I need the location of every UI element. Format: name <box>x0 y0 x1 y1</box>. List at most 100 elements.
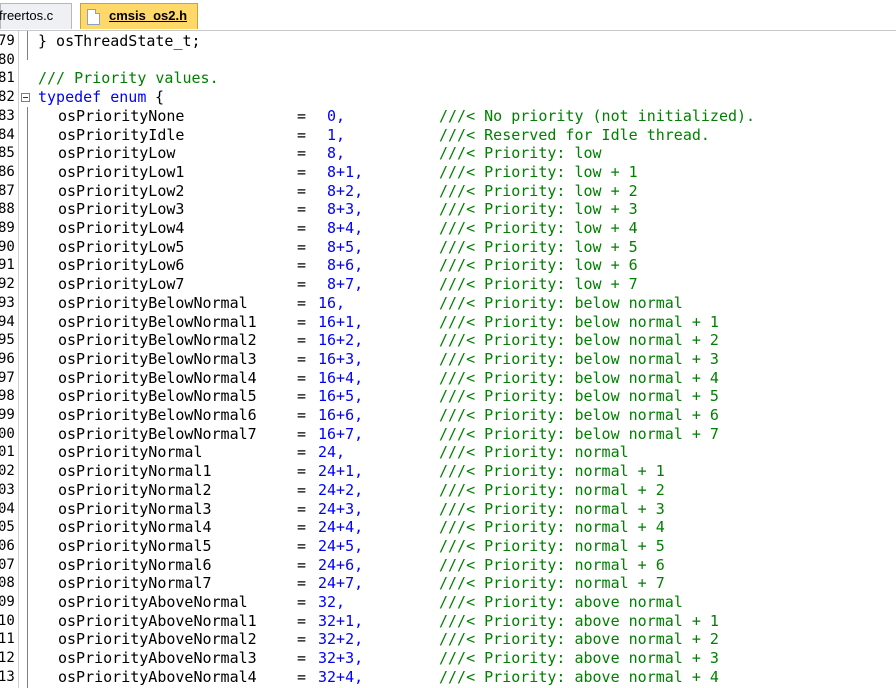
enum-value: 24+3, <box>318 499 364 518</box>
enum-value: 1, <box>318 125 346 144</box>
assign-operator: = <box>297 331 307 350</box>
code-line[interactable]: 08 osPriorityNormal7 = 24+7, ///< Priority: … <box>0 574 896 593</box>
enum-value: 16+5, <box>318 387 364 406</box>
code-line[interactable]: 86 osPriorityLow1 = 8+1, ///< Priority: low… <box>0 163 896 182</box>
code-line[interactable]: 93 osPriorityBelowNormal = 16, ///< Priority… <box>0 294 896 313</box>
enum-value: 16+6, <box>318 406 364 424</box>
code-line[interactable]: 83 osPriorityNone = 0, ///< No priority (no… <box>0 107 896 126</box>
line-number: 13 <box>0 668 15 685</box>
enum-identifier: osPriorityAboveNormal2 <box>58 630 257 649</box>
code-line[interactable]: 94 osPriorityBelowNormal1 = 16+1, ///< Prior… <box>0 313 896 332</box>
enum-value: 8+4, <box>318 219 364 237</box>
code-editor[interactable]: 79} osThreadState_t; 80 81 /// Priority val… <box>0 31 896 688</box>
enum-identifier: osPriorityNormal <box>58 443 203 462</box>
assign-operator: = <box>297 181 307 200</box>
assign-operator: = <box>297 518 307 537</box>
code-line[interactable]: 88 osPriorityLow3 = 8+3, ///< Priority: low… <box>0 200 896 219</box>
line-number: 94 <box>0 313 15 330</box>
line-number: 02 <box>0 463 15 480</box>
code-line[interactable]: 10 osPriorityAboveNormal1 = 32+1, ///< Prior… <box>0 612 896 631</box>
enum-value: 24+2, <box>318 480 364 499</box>
line-number: 82 <box>0 89 15 106</box>
code-line[interactable]: 01 osPriorityNormal = 24, ///< Priority: nor… <box>0 443 896 462</box>
line-number: 87 <box>0 182 15 199</box>
code-line[interactable]: 91 osPriorityLow6 = 8+6, ///< Priority: low… <box>0 256 896 275</box>
tab-cmsis-os2-h[interactable]: cmsis_os2.h <box>80 3 198 29</box>
code-line[interactable]: 79} osThreadState_t; <box>0 32 896 51</box>
code-line[interactable]: 80 <box>0 51 896 70</box>
assign-operator: = <box>297 200 307 219</box>
code-line[interactable]: 87 osPriorityLow2 = 8+2, ///< Priority: low… <box>0 182 896 201</box>
code-line[interactable]: 90 osPriorityLow5 = 8+5, ///< Priority: low… <box>0 238 896 257</box>
enum-identifier: osPriorityBelowNormal5 <box>58 387 257 406</box>
doc-comment: ///< No priority (not initialized). <box>439 106 756 125</box>
code-line[interactable]: 82 typedef enum { <box>0 88 896 107</box>
enum-identifier: osPriorityAboveNormal <box>58 593 248 611</box>
enum-identifier: osPriorityBelowNormal7 <box>58 424 257 443</box>
line-number: 10 <box>0 612 15 629</box>
enum-identifier: osPriorityLow6 <box>58 256 185 275</box>
code-line[interactable]: 09 osPriorityAboveNormal = 32, ///< Priority… <box>0 593 896 612</box>
enum-identifier: osPriorityLow7 <box>58 275 185 294</box>
doc-comment: ///< Priority: normal + 7 <box>439 574 665 593</box>
doc-comment: ///< Priority: below normal + 7 <box>439 424 719 443</box>
assign-operator: = <box>297 424 307 443</box>
code-line[interactable]: 84 osPriorityIdle = 1, ///< Reserved for Id… <box>0 126 896 145</box>
enum-value: 24+5, <box>318 536 364 555</box>
doc-comment: ///< Priority: below normal + 3 <box>439 349 719 368</box>
doc-comment: ///< Priority: low + 7 <box>439 275 638 294</box>
code-line[interactable]: 06 osPriorityNormal5 = 24+5, ///< Priority: … <box>0 537 896 556</box>
code-line[interactable]: 13 osPriorityAboveNormal4 = 32+4, ///< Prior… <box>0 668 896 687</box>
code-text: { <box>146 88 165 107</box>
line-number: 81 <box>0 70 15 87</box>
doc-comment: ///< Priority: normal + 1 <box>439 462 665 481</box>
line-number: 05 <box>0 519 15 536</box>
code-line[interactable]: 07 osPriorityNormal6 = 24+6, ///< Priority: … <box>0 556 896 575</box>
code-line[interactable]: 11 osPriorityAboveNormal2 = 32+2, ///< Prior… <box>0 630 896 649</box>
line-number: 90 <box>0 238 15 255</box>
enum-identifier: osPriorityNormal7 <box>58 574 212 593</box>
assign-operator: = <box>297 125 307 144</box>
code-line[interactable]: 85 osPriorityLow = 8, ///< Priority: low <box>0 144 896 163</box>
enum-value: 32+3, <box>318 649 364 668</box>
assign-operator: = <box>297 387 307 406</box>
code-line[interactable]: 05 osPriorityNormal4 = 24+4, ///< Priority: … <box>0 518 896 537</box>
code-line[interactable]: 00 osPriorityBelowNormal7 = 16+7, ///< Prior… <box>0 425 896 444</box>
code-line[interactable]: 96 osPriorityBelowNormal3 = 16+3, ///< Prior… <box>0 350 896 369</box>
doc-comment: ///< Priority: normal <box>439 443 629 462</box>
code-line[interactable]: 97 osPriorityBelowNormal4 = 16+4, ///< Prior… <box>0 369 896 388</box>
enum-identifier: osPriorityAboveNormal4 <box>58 667 257 686</box>
enum-identifier: osPriorityLow <box>58 144 176 163</box>
code-line[interactable]: 99 osPriorityBelowNormal6 = 16+6, ///< Prior… <box>0 406 896 425</box>
assign-operator: = <box>297 144 307 163</box>
line-number: 00 <box>0 425 15 442</box>
doc-comment: ///< Priority: normal + 5 <box>439 536 665 555</box>
code-line[interactable]: 95 osPriorityBelowNormal2 = 16+2, ///< Prior… <box>0 331 896 350</box>
doc-comment: ///< Priority: below normal + 6 <box>439 406 719 424</box>
tab-freertos-c[interactable]: freertos.c <box>0 3 72 29</box>
line-number: 07 <box>0 556 15 573</box>
line-number: 96 <box>0 350 15 367</box>
code-line[interactable]: 02 osPriorityNormal1 = 24+1, ///< Priority: … <box>0 462 896 481</box>
code-line[interactable]: 89 osPriorityLow4 = 8+4, ///< Priority: low… <box>0 219 896 238</box>
line-number: 93 <box>0 294 15 311</box>
line-number: 03 <box>0 481 15 498</box>
assign-operator: = <box>297 630 307 649</box>
file-icon <box>87 9 100 25</box>
code-line[interactable]: 81 /// Priority values. <box>0 69 896 88</box>
code-line[interactable]: 03 osPriorityNormal2 = 24+2, ///< Priority: … <box>0 481 896 500</box>
doc-comment: ///< Priority: low + 2 <box>439 181 638 200</box>
code-line[interactable]: 12 osPriorityAboveNormal3 = 32+3, ///< Prior… <box>0 649 896 668</box>
assign-operator: = <box>297 462 307 481</box>
doc-comment: ///< Priority: normal + 6 <box>439 555 665 574</box>
line-number: 85 <box>0 145 15 162</box>
assign-operator: = <box>297 312 307 331</box>
assign-operator: = <box>297 219 307 237</box>
enum-identifier: osPriorityBelowNormal <box>58 293 248 312</box>
code-line[interactable]: 92 osPriorityLow7 = 8+7, ///< Priority: low… <box>0 275 896 294</box>
code-line[interactable]: 04 osPriorityNormal3 = 24+3, ///< Priority: … <box>0 500 896 519</box>
code-line[interactable]: 98 osPriorityBelowNormal5 = 16+5, ///< Prior… <box>0 387 896 406</box>
enum-identifier: osPriorityNone <box>58 106 185 125</box>
enum-value: 8+1, <box>318 162 364 181</box>
enum-value: 16+1, <box>318 312 364 331</box>
